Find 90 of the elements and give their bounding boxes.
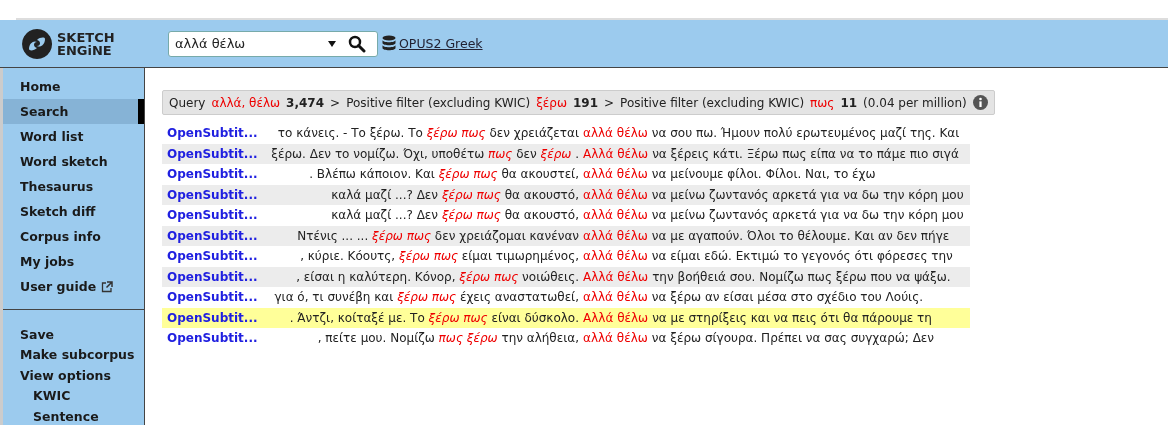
left-context: , είσαι η καλύτερη. Κόνορ, ξέρω πως νοιώθεις. <box>295 269 579 284</box>
kwic-text: αλλά θέλω <box>583 167 648 182</box>
breadcrumb-separator: > <box>604 95 615 110</box>
breadcrumb-count: 3,474 <box>286 95 325 110</box>
right-context: να μείνω ζωντανός αρκετά για να δω την κόρη μου <box>651 187 964 202</box>
sidebar-item[interactable]: View options <box>3 365 144 386</box>
reference-link[interactable]: OpenSubtit... <box>162 187 259 202</box>
reference-link[interactable]: OpenSubtit... <box>162 331 259 346</box>
right-context: την βοήθειά σου. Νομίζω πως ξέρω που να ψάξω. <box>652 269 951 284</box>
left-context: το κάνεις. - Το ξέρω. Το ξέρω πως δεν χρειάζεται <box>276 126 579 141</box>
concordance-row[interactable]: OpenSubtit... Ντένις ... ... ξέρω πως δεν χρειάζομαι κανέναν αλλά θέλω να με αγαπούν. Όλοι το θέλουμε. Και αν δεν πήγε <box>162 225 970 246</box>
sidebar-item[interactable]: Save <box>3 324 144 345</box>
concordance-row[interactable]: OpenSubtit... καλά μαζί ...? Δεν ξέρω πως θα ακουστό, αλλά θέλω να μείνω ζωντανός αρκετά για να δω την κόρη μου <box>162 205 970 226</box>
concordance-row[interactable]: OpenSubtit... , πείτε μου. Νομίζω πως ξέρω την αλήθεια, αλλά θέλω να ξέρω σίγουρα. Πρέπει να σας συγχαρώ; Δεν <box>162 328 970 349</box>
right-context: να ξέρω αν είσαι μέσα στο σχέδιο του Λούις. <box>651 290 924 305</box>
concordance-row[interactable]: OpenSubtit... το κάνεις. - Το ξέρω. Το ξέρω πως δεν χρειάζεται αλλά θέλω να σου πω. Ήμουν πολύ ερωτευμένος μαζί της. Και <box>162 123 970 144</box>
kwic-text: αλλά θέλω <box>583 228 648 243</box>
kwic-text: Αλλά θέλω <box>583 146 649 161</box>
sidebar-item[interactable]: Home <box>3 74 144 99</box>
sidebar-item[interactable]: Corpus info <box>3 224 144 249</box>
sidebar-item[interactable]: KWIC <box>3 385 144 406</box>
breadcrumb-label: Query <box>169 95 206 110</box>
concordance-row[interactable]: OpenSubtit... ξέρω. Δεν το νομίζω. Όχι, υποθέτω πως δεν ξέρω. Αλλά θέλω να ξέρεις κάτι. Ξέρω πως είπα να το πάμε πιο σιγά <box>162 143 970 164</box>
kwic-text: Αλλά θέλω <box>583 269 649 284</box>
reference-link[interactable]: OpenSubtit... <box>162 290 259 305</box>
left-context: ξέρω. Δεν το νομίζω. Όχι, υποθέτω πως δεν ξέρω. <box>270 146 579 161</box>
breadcrumb-term: ξέρω <box>536 95 567 110</box>
sidebar-item[interactable]: Make subcorpus <box>3 344 144 365</box>
reference-link[interactable]: OpenSubtit... <box>162 310 259 325</box>
sidebar-item[interactable]: Word list <box>3 124 144 149</box>
concordance-row[interactable]: OpenSubtit... για ό, τι συνέβη και ξέρω πως έχεις αναστατωθεί, αλλά θέλω να ξέρω αν είσαι μέσα στο σχέδιο του Λούις. <box>162 287 970 308</box>
kwic-text: αλλά θέλω <box>583 187 648 202</box>
reference-link[interactable]: OpenSubtit... <box>162 228 259 243</box>
logo-icon <box>20 27 54 60</box>
left-context: , κύριε. Κόουτς, ξέρω πως είμαι τιμωρημένος, <box>299 249 579 264</box>
concordance-row[interactable]: OpenSubtit... . Άντζι, κοίταξέ με. Το ξέρω πως είναι δύσκολο. Αλλά θέλω να με στηρίξεις και να πεις ότι θα πάρουμε τη <box>162 307 970 328</box>
logo-text: SKETCH <box>57 30 115 44</box>
right-context: να μείνουμε φίλοι. Φίλοι. Ναι, το έχω <box>651 167 876 182</box>
breadcrumb-label: Positive filter (excluding KWIC) <box>346 95 531 110</box>
kwic-text: αλλά θέλω <box>583 331 648 346</box>
right-context: να με αγαπούν. Όλοι το θέλουμε. Και αν δεν πήγε <box>651 228 950 243</box>
left-context: . Άντζι, κοίταξέ με. Το ξέρω πως είναι δύσκολο. <box>288 310 579 325</box>
database-icon <box>382 34 396 53</box>
right-context: να ξέρω σίγουρα. Πρέπει να σας συγχαρώ; Δεν <box>651 331 935 346</box>
kwic-text: αλλά θέλω <box>583 126 648 141</box>
dropdown-caret-icon[interactable] <box>328 40 336 47</box>
right-context: να μείνω ζωντανός αρκετά για να δω την κόρη μου <box>651 208 964 223</box>
sidebar-item[interactable]: Word sketch <box>3 149 144 174</box>
search-field[interactable]: αλλά θέλω <box>168 30 378 57</box>
concordance-row[interactable]: OpenSubtit... . Βλέπω κάποιον. Και ξέρω πως θα ακουστεί, αλλά θέλω να μείνουμε φίλοι. Φίλοι. Ναι, το έχω <box>162 164 970 185</box>
breadcrumb-separator: > <box>330 95 341 110</box>
reference-link[interactable]: OpenSubtit... <box>162 249 259 264</box>
search-button[interactable] <box>348 34 366 53</box>
logo-text: ENGiNE <box>57 43 113 57</box>
sidebar-item[interactable]: Sentence <box>3 406 144 425</box>
sidebar-item[interactable]: Thesaurus <box>3 174 144 199</box>
concordance-row[interactable]: OpenSubtit... , κύριε. Κόουτς, ξέρω πως είμαι τιμωρημένος, αλλά θέλω να είμαι εδώ. Εκτιμώ το γεγονός ότι φόρεσες την <box>162 246 970 267</box>
reference-link[interactable]: OpenSubtit... <box>162 269 259 284</box>
breadcrumb-term: αλλά, θέλω <box>211 95 281 110</box>
kwic-text: αλλά θέλω <box>583 208 648 223</box>
left-context: . Βλέπω κάποιον. Και ξέρω πως θα ακουστεί, <box>308 167 579 182</box>
right-context: να με στηρίξεις και να πεις ότι θα πάρουμε τη <box>652 310 932 325</box>
breadcrumb-term: πως <box>810 95 835 110</box>
right-context: να είμαι εδώ. Εκτιμώ το γεγονός ότι φόρεσες την <box>651 249 953 264</box>
left-context: για ό, τι συνέβη και ξέρω πως έχεις αναστατωθεί, <box>273 290 579 305</box>
corpus-link[interactable]: OPUS2 Greek <box>399 36 483 51</box>
breadcrumb-count: 11 <box>840 95 858 110</box>
concordance-row[interactable]: OpenSubtit... καλά μαζί ...? Δεν ξέρω πως θα ακουστό, αλλά θέλω να μείνω ζωντανός αρκετά για να δω την κόρη μου <box>162 184 970 205</box>
breadcrumb-frequency: (0.04 per million) <box>863 95 967 110</box>
sidebar-item[interactable]: Sketch diff <box>3 199 144 224</box>
left-context: Ντένις ... ... ξέρω πως δεν χρειάζομαι κανέναν <box>296 228 579 243</box>
reference-link[interactable]: OpenSubtit... <box>162 126 259 141</box>
right-context: να σου πω. Ήμουν πολύ ερωτευμένος μαζί της. Και <box>651 126 960 141</box>
breadcrumb-count: 191 <box>572 95 599 110</box>
reference-link[interactable]: OpenSubtit... <box>162 208 259 223</box>
sidebar-item[interactable]: Search <box>3 99 144 124</box>
concordance-row[interactable]: OpenSubtit... , είσαι η καλύτερη. Κόνορ, ξέρω πως νοιώθεις. Αλλά θέλω την βοήθειά σου. Νομίζω πως ξέρω που να ψάξω. <box>162 266 970 287</box>
left-context: , πείτε μου. Νομίζω πως ξέρω την αλήθεια, <box>316 331 579 346</box>
info-icon[interactable] <box>972 95 988 110</box>
kwic-text: Αλλά θέλω <box>583 310 649 325</box>
kwic-text: αλλά θέλω <box>583 249 648 264</box>
reference-link[interactable]: OpenSubtit... <box>162 146 259 161</box>
reference-link[interactable]: OpenSubtit... <box>162 167 259 182</box>
kwic-text: αλλά θέλω <box>583 290 648 305</box>
sidebar-item[interactable]: My jobs <box>3 249 144 274</box>
left-context: καλά μαζί ...? Δεν ξέρω πως θα ακουστό, <box>330 187 579 202</box>
right-context: να ξέρεις κάτι. Ξέρω πως είπα να το πάμε πιο σιγά <box>652 146 959 161</box>
sidebar-item[interactable]: User guide <box>3 274 144 299</box>
breadcrumb-label: Positive filter (excluding KWIC) <box>620 95 805 110</box>
left-context: καλά μαζί ...? Δεν ξέρω πως θα ακουστό, <box>330 208 579 223</box>
